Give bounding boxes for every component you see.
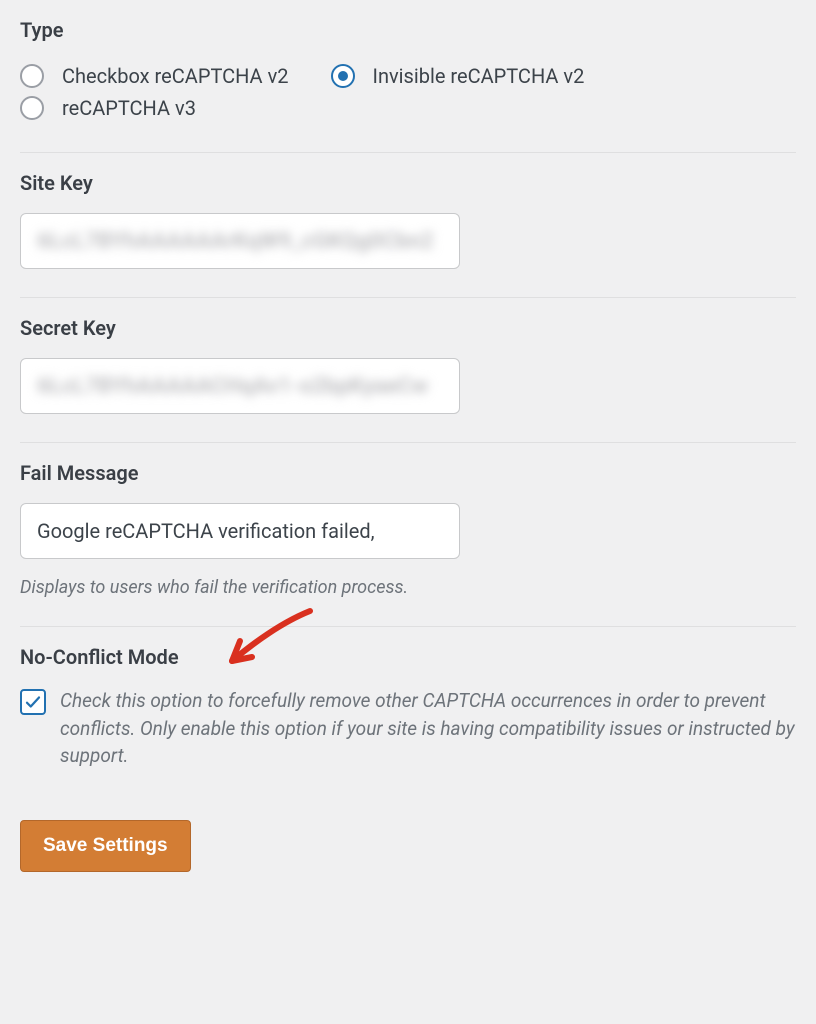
check-icon xyxy=(24,693,42,711)
secret-key-heading: Secret Key xyxy=(20,316,796,340)
radio-invisible-v2[interactable]: Invisible reCAPTCHA v2 xyxy=(331,60,585,92)
no-conflict-section: No-Conflict Mode Check this option to fo… xyxy=(20,627,796,810)
radio-circle-icon xyxy=(20,96,44,120)
no-conflict-checkbox[interactable] xyxy=(20,689,46,715)
save-button[interactable]: Save Settings xyxy=(20,820,191,872)
no-conflict-description: Check this option to forcefully remove o… xyxy=(60,687,796,770)
radio-circle-icon xyxy=(331,64,355,88)
site-key-heading: Site Key xyxy=(20,171,796,195)
radio-label: Invisible reCAPTCHA v2 xyxy=(373,60,585,92)
fail-message-heading: Fail Message xyxy=(20,461,796,485)
type-heading: Type xyxy=(20,18,796,42)
site-key-input[interactable]: 6LcL7BYhAAAAAArKqW9_cGKQg0Cbn2 xyxy=(20,213,460,269)
type-radio-group: Checkbox reCAPTCHA v2 Invisible reCAPTCH… xyxy=(20,60,796,124)
fail-message-helper: Displays to users who fail the verificat… xyxy=(20,577,796,598)
radio-checkbox-v2[interactable]: Checkbox reCAPTCHA v2 xyxy=(20,60,289,92)
fail-message-section: Fail Message Google reCAPTCHA verificati… xyxy=(20,443,796,627)
radio-label: reCAPTCHA v3 xyxy=(62,92,196,124)
fail-message-value: Google reCAPTCHA verification failed, xyxy=(37,519,375,543)
radio-v3[interactable]: reCAPTCHA v3 xyxy=(20,92,796,124)
secret-key-input[interactable]: 6LcL7BYhAAAAACHqAv1-o2bpKyaeCw xyxy=(20,358,460,414)
secret-key-value: 6LcL7BYhAAAAACHqAv1-o2bpKyaeCw xyxy=(37,374,428,399)
radio-circle-icon xyxy=(20,64,44,88)
site-key-section: Site Key 6LcL7BYhAAAAAArKqW9_cGKQg0Cbn2 xyxy=(20,153,796,298)
type-section: Type Checkbox reCAPTCHA v2 Invisible reC… xyxy=(20,0,796,153)
fail-message-input[interactable]: Google reCAPTCHA verification failed, xyxy=(20,503,460,559)
no-conflict-heading: No-Conflict Mode xyxy=(20,645,796,669)
secret-key-section: Secret Key 6LcL7BYhAAAAACHqAv1-o2bpKyaeC… xyxy=(20,298,796,443)
site-key-value: 6LcL7BYhAAAAAArKqW9_cGKQg0Cbn2 xyxy=(37,229,434,254)
radio-label: Checkbox reCAPTCHA v2 xyxy=(62,60,289,92)
